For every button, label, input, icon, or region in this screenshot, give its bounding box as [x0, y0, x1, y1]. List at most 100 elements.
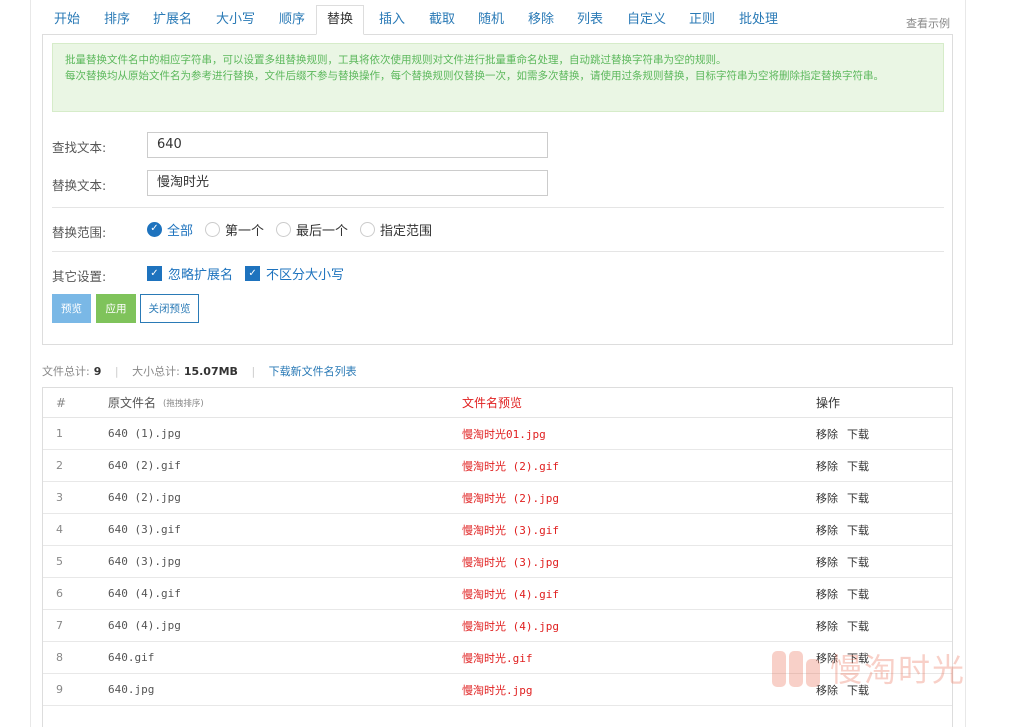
notice-line-1: 批量替换文件名中的相应字符串，可以设置多组替换规则，工具将依次使用规则对文件进行… — [65, 54, 727, 66]
download-link[interactable]: 下载 — [847, 554, 869, 570]
download-link[interactable]: 下载 — [847, 682, 869, 698]
original-filename: 640 (3).gif — [108, 523, 181, 536]
download-link[interactable]: 下载 — [847, 426, 869, 442]
row-actions: 移除 下载 — [816, 418, 878, 449]
check-icon: ✓ — [147, 221, 162, 237]
row-number: 7 — [56, 619, 63, 632]
row-actions: 移除 下载 — [816, 578, 878, 609]
table-row: 8 640.gif 慢淘时光.gif 移除 下载 — [43, 642, 952, 674]
apply-button[interactable]: 应用 — [96, 294, 136, 323]
row-number: 5 — [56, 555, 63, 568]
tab-extension[interactable]: 扩展名 — [153, 6, 192, 35]
remove-link[interactable]: 移除 — [816, 618, 838, 634]
preview-filename: 慢淘时光 (4).jpg — [462, 619, 559, 633]
download-link[interactable]: 下载 — [847, 586, 869, 602]
table-row: 9 640.jpg 慢淘时光.jpg 移除 下载 — [43, 674, 952, 706]
scope-label: 替换范围: — [52, 225, 107, 240]
size-total: 15.07MB — [183, 365, 238, 378]
download-link[interactable]: 下载 — [847, 618, 869, 634]
tab-custom[interactable]: 自定义 — [627, 6, 666, 35]
scope-first-radio[interactable]: 第一个 — [205, 220, 264, 239]
remove-link[interactable]: 移除 — [816, 650, 838, 666]
download-link[interactable]: 下载 — [847, 458, 869, 474]
preview-filename: 慢淘时光 (2).jpg — [462, 491, 559, 505]
file-count: 9 — [93, 365, 102, 378]
remove-link[interactable]: 移除 — [816, 458, 838, 474]
row-actions: 移除 下载 — [816, 674, 878, 705]
original-filename: 640.jpg — [108, 683, 155, 696]
original-filename: 640.gif — [108, 651, 155, 664]
row-number: 8 — [56, 651, 63, 664]
table-row: 7 640 (4).jpg 慢淘时光 (4).jpg 移除 下载 — [43, 610, 952, 642]
header-preview: 文件名预览 — [462, 396, 523, 410]
remove-link[interactable]: 移除 — [816, 490, 838, 506]
tab-random[interactable]: 随机 — [478, 6, 504, 35]
tab-regex[interactable]: 正则 — [689, 6, 715, 35]
replace-input[interactable]: 慢淘时光 — [147, 170, 548, 196]
other-settings-group: ✓ 忽略扩展名 ✓ 不区分大小写 — [147, 263, 356, 283]
scope-all-radio[interactable]: ✓ 全部 — [147, 220, 193, 239]
remove-link[interactable]: 移除 — [816, 682, 838, 698]
tab-order[interactable]: 顺序 — [279, 6, 305, 35]
remove-link[interactable]: 移除 — [816, 554, 838, 570]
info-notice: 批量替换文件名中的相应字符串，可以设置多组替换规则，工具将依次使用规则对文件进行… — [52, 43, 944, 112]
tab-case[interactable]: 大小写 — [216, 6, 255, 35]
divider — [52, 251, 944, 252]
tab-list[interactable]: 列表 — [577, 6, 603, 35]
preview-filename: 慢淘时光 (3).gif — [462, 523, 559, 537]
row-actions: 移除 下载 — [816, 514, 878, 545]
remove-link[interactable]: 移除 — [816, 522, 838, 538]
row-actions: 移除 下载 — [816, 642, 878, 673]
tab-sort[interactable]: 排序 — [104, 6, 130, 35]
remove-link[interactable]: 移除 — [816, 426, 838, 442]
table-row: 2 640 (2).gif 慢淘时光 (2).gif 移除 下载 — [43, 450, 952, 482]
remove-link[interactable]: 移除 — [816, 586, 838, 602]
preview-button[interactable]: 预览 — [52, 294, 91, 323]
row-actions: 移除 下载 — [816, 610, 878, 641]
tab-insert[interactable]: 插入 — [379, 6, 405, 35]
size-total-label: 大小总计: — [132, 365, 180, 378]
checkbox-checked-icon: ✓ — [245, 265, 261, 281]
other-settings-label: 其它设置: — [52, 269, 107, 284]
header-actions: 操作 — [816, 396, 841, 410]
row-actions: 移除 下载 — [816, 482, 878, 513]
original-filename: 640 (2).jpg — [108, 491, 181, 504]
scope-range-radio[interactable]: 指定范围 — [360, 220, 432, 239]
sort-hint: (拖拽排序) — [163, 398, 204, 409]
ignore-extension-checkbox[interactable]: ✓ 忽略扩展名 — [147, 264, 233, 283]
header-num: # — [56, 395, 67, 410]
original-filename: 640 (2).gif — [108, 459, 181, 472]
download-link[interactable]: 下载 — [847, 522, 869, 538]
close-preview-button[interactable]: 关闭预览 — [140, 294, 199, 323]
row-number: 9 — [56, 683, 63, 696]
tab-start[interactable]: 开始 — [54, 6, 80, 35]
tab-replace[interactable]: 替换 — [316, 5, 365, 35]
preview-filename: 慢淘时光 (2).gif — [462, 459, 559, 473]
find-input[interactable]: 640 — [147, 132, 548, 158]
preview-filename: 慢淘时光 (3).jpg — [462, 555, 559, 569]
scope-last-radio[interactable]: 最后一个 — [276, 220, 348, 239]
radio-empty-icon — [276, 221, 292, 237]
file-table: # 原文件名 (拖拽排序) 文件名预览 操作 1 640 (1).jpg 慢淘时光01… — [42, 387, 953, 727]
download-link[interactable]: 下载 — [847, 650, 869, 666]
original-filename: 640 (3).jpg — [108, 555, 181, 568]
tab-batch[interactable]: 批处理 — [739, 6, 778, 35]
preview-filename: 慢淘时光 (4).gif — [462, 587, 559, 601]
original-filename: 640 (4).gif — [108, 587, 181, 600]
preview-filename: 慢淘时光.jpg — [462, 683, 533, 697]
download-list-link[interactable]: 下载新文件名列表 — [269, 365, 357, 378]
replace-label: 替换文本: — [52, 178, 107, 193]
row-number: 3 — [56, 491, 63, 504]
header-original[interactable]: 原文件名 (拖拽排序) — [108, 388, 204, 417]
original-filename: 640 (1).jpg — [108, 427, 181, 440]
checkbox-checked-icon: ✓ — [147, 265, 162, 281]
replace-panel: 批量替换文件名中的相应字符串，可以设置多组替换规则，工具将依次使用规则对文件进行… — [42, 35, 953, 345]
case-insensitive-checkbox[interactable]: ✓ 不区分大小写 — [245, 264, 344, 283]
tab-truncate[interactable]: 截取 — [429, 6, 455, 35]
examples-link[interactable]: 查看示例 — [906, 15, 950, 31]
notice-line-2: 每次替换均从原始文件名为参考进行替换，文件后缀不参与替换操作，每个替换规则仅替换… — [65, 69, 884, 82]
download-link[interactable]: 下载 — [847, 490, 869, 506]
tab-remove[interactable]: 移除 — [528, 6, 554, 35]
table-row: 1 640 (1).jpg 慢淘时光01.jpg 移除 下载 — [43, 418, 952, 450]
scope-radio-group: ✓ 全部 第一个 最后一个 指定范围 — [147, 219, 444, 239]
